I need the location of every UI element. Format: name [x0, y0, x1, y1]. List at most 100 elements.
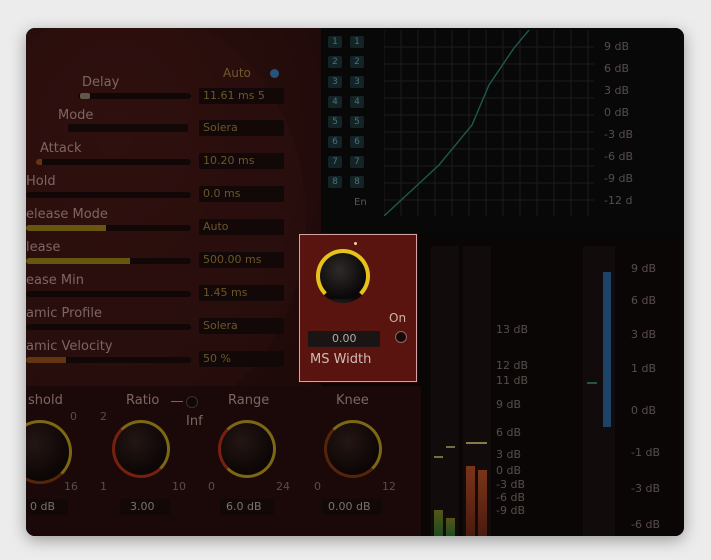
dynamic-velocity-value: 50 % — [203, 352, 231, 365]
knee-field[interactable]: 0.00 dB — [322, 499, 382, 515]
auto-toggle[interactable] — [270, 69, 279, 78]
band-2-b-button[interactable]: 2 — [350, 56, 364, 68]
band-3-b-button[interactable]: 3 — [350, 76, 364, 88]
band-7-a-button[interactable]: 7 — [328, 156, 342, 168]
threshold-scale-min: 16 — [64, 480, 78, 493]
knee-knob[interactable] — [324, 420, 382, 478]
band-enable-label: En — [354, 197, 367, 208]
hold-field[interactable]: 0.0 ms — [199, 186, 284, 202]
ratio-scale-end: 10 — [172, 480, 186, 493]
band-5-a-button[interactable]: 5 — [328, 116, 342, 128]
ms-width-on-toggle[interactable] — [395, 331, 407, 343]
ratio-value: 3.00 — [130, 500, 155, 513]
output-meter-level — [603, 272, 611, 427]
dynamic-velocity-label: amic Velocity — [26, 339, 113, 354]
delay-slider-knob[interactable] — [80, 93, 90, 99]
plugin-window: Delay Auto 11.61 ms 5 Mode Solera Attack… — [26, 28, 684, 536]
dynamic-profile-slider[interactable] — [26, 324, 191, 330]
dynamic-profile-dropdown[interactable]: Solera — [199, 318, 284, 334]
attack-value: 10.20 ms — [203, 154, 255, 167]
delay-slider[interactable] — [78, 93, 191, 99]
output-db-label: -1 dB — [631, 446, 660, 459]
dynamic-velocity-field[interactable]: 50 % — [199, 351, 284, 367]
graph-db-label: 9 dB — [604, 40, 630, 53]
band-3-a-button[interactable]: 3 — [328, 76, 342, 88]
release-label: lease — [26, 240, 61, 255]
release-min-value: 1.45 ms — [203, 286, 248, 299]
attack-field[interactable]: 10.20 ms — [199, 153, 284, 169]
threshold-field[interactable]: 0 dB — [26, 499, 68, 515]
gain-reduction-meter — [463, 246, 491, 536]
graph-db-label: -3 dB — [604, 128, 633, 141]
release-mode-label: elease Mode — [26, 207, 108, 222]
parameters-panel: Delay Auto 11.61 ms 5 Mode Solera Attack… — [26, 28, 321, 428]
band-6-b-button[interactable]: 6 — [350, 136, 364, 148]
hold-slider[interactable] — [26, 192, 191, 198]
threshold-value: 0 dB — [30, 500, 56, 513]
delay-label: Delay — [82, 75, 120, 90]
band-7-b-button[interactable]: 7 — [350, 156, 364, 168]
graph-db-label: 3 dB — [604, 84, 630, 97]
range-scale-end: 24 — [276, 480, 290, 493]
release-min-field[interactable]: 1.45 ms — [199, 285, 284, 301]
band-8-b-button[interactable]: 8 — [350, 176, 364, 188]
threshold-label: shold — [28, 393, 63, 408]
ms-width-on-label: On — [389, 311, 407, 325]
dynamic-velocity-slider[interactable] — [26, 357, 191, 363]
gr-peak — [466, 442, 487, 444]
gr-meter-right-level — [478, 470, 487, 536]
output-db-label: 9 dB — [631, 262, 657, 275]
output-db-label: 3 dB — [631, 328, 657, 341]
release-field[interactable]: 500.00 ms — [199, 252, 284, 268]
ratio-scale-min: 1 — [100, 480, 107, 493]
mode-label: Mode — [58, 108, 94, 123]
transfer-curve — [384, 30, 594, 216]
range-field[interactable]: 6.0 dB — [220, 499, 274, 515]
knee-label: Knee — [336, 393, 369, 408]
band-4-b-button[interactable]: 4 — [350, 96, 364, 108]
threshold-scale-max: 0 — [70, 410, 77, 423]
dynamic-profile-label: amic Profile — [26, 306, 102, 321]
release-slider[interactable] — [26, 258, 191, 264]
range-knob[interactable] — [218, 420, 276, 478]
band-8-a-button[interactable]: 8 — [328, 176, 342, 188]
ms-width-value: 0.00 — [332, 332, 357, 345]
band-4-a-button[interactable]: 4 — [328, 96, 342, 108]
meter-db-label: -6 dB — [496, 491, 525, 504]
graph-db-label: 6 dB — [604, 62, 630, 75]
output-db-label: 0 dB — [631, 404, 657, 417]
meter-db-label: -3 dB — [496, 478, 525, 491]
release-mode-slider[interactable] — [26, 225, 191, 231]
meters-panel: 13 dB 12 dB 11 dB 9 dB 6 dB 3 dB 0 dB -3… — [421, 240, 684, 536]
release-mode-value: Auto — [203, 220, 229, 233]
release-mode-dropdown[interactable]: Auto — [199, 219, 284, 235]
ms-width-field[interactable]: 0.00 — [308, 331, 380, 347]
delay-field[interactable]: 11.61 ms 5 — [199, 88, 284, 104]
band-5-b-button[interactable]: 5 — [350, 116, 364, 128]
ratio-knob[interactable] — [112, 420, 170, 478]
meter-db-label: 11 dB — [496, 374, 529, 387]
ratio-field[interactable]: 3.00 — [120, 499, 170, 515]
output-peak — [587, 382, 597, 384]
ratio-scale-max: 2 — [100, 410, 107, 423]
range-scale-min: 0 — [208, 480, 215, 493]
meter-db-label: -9 dB — [496, 504, 525, 517]
graph-db-label: -12 d — [604, 194, 633, 207]
band-6-a-button[interactable]: 6 — [328, 136, 342, 148]
mode-dropdown[interactable]: Solera — [199, 120, 284, 136]
threshold-knob[interactable] — [26, 420, 72, 484]
release-min-slider[interactable] — [26, 291, 191, 297]
band-1-b-button[interactable]: 1 — [350, 36, 364, 48]
graph-db-label: 0 dB — [604, 106, 630, 119]
range-label: Range — [228, 393, 270, 408]
attack-slider[interactable] — [36, 159, 191, 165]
range-value: 6.0 dB — [226, 500, 262, 513]
knee-scale-min: 0 — [314, 480, 321, 493]
ms-width-knob[interactable] — [316, 249, 370, 303]
band-2-a-button[interactable]: 2 — [328, 56, 342, 68]
ratio-inf-toggle[interactable] — [186, 396, 198, 408]
band-1-a-button[interactable]: 1 — [328, 36, 342, 48]
gr-meter-left-level — [466, 466, 475, 536]
input-meter-right-level — [446, 518, 455, 536]
meter-db-label: 9 dB — [496, 398, 522, 411]
